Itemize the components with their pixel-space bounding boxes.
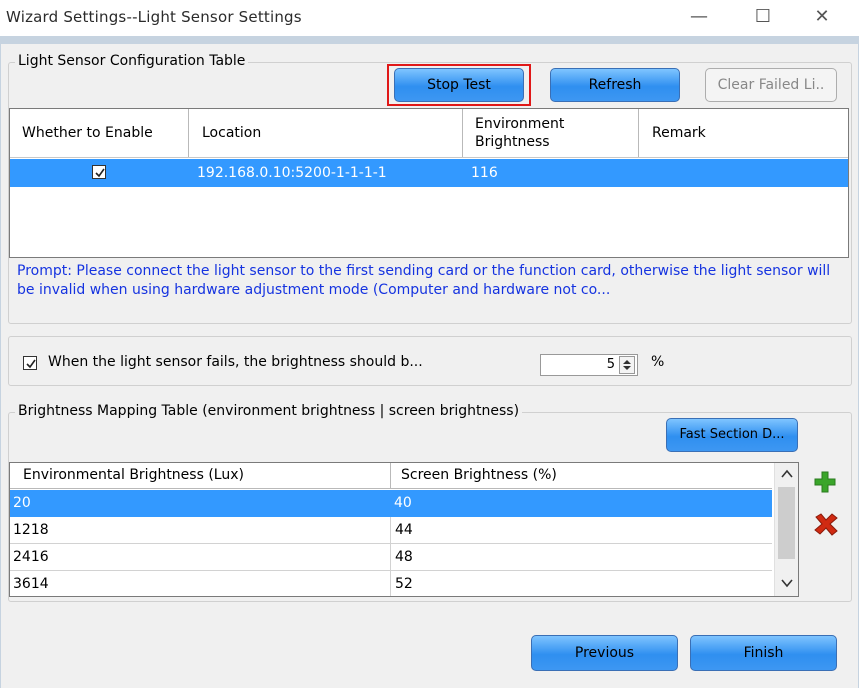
finish-button[interactable]: Finish xyxy=(690,635,837,671)
fast-section-button[interactable]: Fast Section D... xyxy=(666,418,798,452)
col-divider xyxy=(390,463,391,489)
refresh-button[interactable]: Refresh xyxy=(550,68,680,102)
col-enable[interactable]: Whether to Enable xyxy=(10,125,153,141)
env-cell: 2416 xyxy=(13,549,49,565)
spinner-arrows-icon[interactable] xyxy=(619,356,635,374)
clear-failed-button[interactable]: Clear Failed Li.. xyxy=(705,68,837,102)
minimize-button[interactable]: — xyxy=(676,2,722,32)
enable-cell[interactable] xyxy=(10,159,188,187)
refresh-label: Refresh xyxy=(588,77,642,93)
checkmark-icon xyxy=(95,168,105,178)
mapping-row[interactable]: 1218 44 xyxy=(10,517,772,544)
col-divider xyxy=(462,109,463,157)
remark-cell xyxy=(638,159,848,187)
env-cell: 3614 xyxy=(13,576,49,592)
header-divider xyxy=(10,157,848,158)
col-divider xyxy=(638,109,639,157)
brightness-cell: 116 xyxy=(471,165,498,181)
mapping-header: Environmental Brightness (Lux) Screen Br… xyxy=(10,463,772,489)
scroll-up-icon[interactable] xyxy=(775,463,798,485)
col-divider xyxy=(188,109,189,157)
env-cell: 1218 xyxy=(13,522,49,538)
fail-label: When the light sensor fails, the brightn… xyxy=(48,354,423,370)
sensor-row[interactable]: 192.168.0.10:5200-1-1-1-1 116 xyxy=(10,159,848,187)
scroll-down-icon[interactable] xyxy=(775,572,798,594)
mapping-scrollbar[interactable] xyxy=(774,463,798,596)
stop-test-label: Stop Test xyxy=(427,77,491,93)
previous-button[interactable]: Previous xyxy=(531,635,678,671)
enable-checkbox[interactable] xyxy=(92,165,106,179)
sensor-table-header: Whether to Enable Location Environment B… xyxy=(10,109,848,157)
mapping-row[interactable]: 3614 52 xyxy=(10,571,772,596)
previous-label: Previous xyxy=(574,645,635,661)
col-remark[interactable]: Remark xyxy=(640,125,706,141)
env-cell: 20 xyxy=(13,495,31,511)
title-strip xyxy=(0,36,859,44)
mapping-table: Environmental Brightness (Lux) Screen Br… xyxy=(9,462,799,597)
fast-section-label: Fast Section D... xyxy=(679,427,785,442)
spinner-value[interactable]: 5 xyxy=(607,357,615,372)
sensor-config-legend: Light Sensor Configuration Table xyxy=(15,53,249,69)
sensor-table: Whether to Enable Location Environment B… xyxy=(9,108,849,258)
maximize-button[interactable]: ☐ xyxy=(740,2,786,32)
screen-cell: 48 xyxy=(390,544,772,570)
add-row-icon[interactable] xyxy=(813,470,837,494)
close-button[interactable]: ✕ xyxy=(799,2,845,32)
finish-label: Finish xyxy=(743,645,784,661)
mapping-row[interactable]: 2416 48 xyxy=(10,544,772,571)
screen-cell: 52 xyxy=(390,571,772,596)
title-bar: Wizard Settings--Light Sensor Settings —… xyxy=(0,0,859,36)
delete-row-icon[interactable] xyxy=(813,512,838,536)
percent-unit: % xyxy=(651,354,665,370)
col-env-brightness[interactable]: Environmental Brightness (Lux) xyxy=(10,467,244,483)
screen-cell: 40 xyxy=(394,495,412,511)
fail-brightness-spinner[interactable]: 5 xyxy=(540,354,638,376)
clear-failed-label: Clear Failed Li.. xyxy=(717,77,825,93)
window-title: Wizard Settings--Light Sensor Settings xyxy=(6,8,302,26)
mapping-row[interactable]: 20 40 xyxy=(10,490,772,517)
stop-test-button[interactable]: Stop Test xyxy=(394,68,524,102)
prompt-text: Prompt: Please connect the light sensor … xyxy=(17,263,831,298)
dialog-body: Light Sensor Configuration Table Stop Te… xyxy=(0,44,859,688)
col-environment-brightness[interactable]: Environment Brightness xyxy=(464,115,624,151)
col-screen-brightness[interactable]: Screen Brightness (%) xyxy=(390,467,557,483)
scroll-thumb[interactable] xyxy=(778,487,795,559)
col-location[interactable]: Location xyxy=(190,125,261,141)
screen-cell: 44 xyxy=(390,517,772,543)
fail-checkbox[interactable] xyxy=(23,356,37,370)
location-cell: 192.168.0.10:5200-1-1-1-1 xyxy=(197,165,387,181)
mapping-legend: Brightness Mapping Table (environment br… xyxy=(15,403,523,419)
checkmark-icon xyxy=(26,359,36,369)
